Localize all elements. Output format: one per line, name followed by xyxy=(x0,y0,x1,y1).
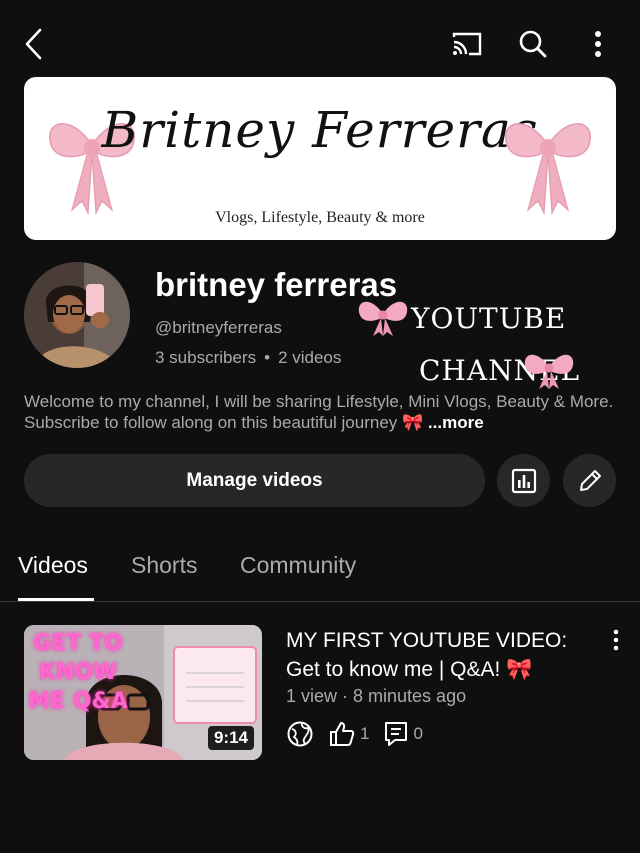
bow-icon xyxy=(505,123,591,215)
avatar-photo xyxy=(24,262,130,368)
video-meta: 1 view · 8 minutes ago xyxy=(286,686,467,706)
tab-videos[interactable]: Videos xyxy=(18,552,88,579)
video-count: 2 videos xyxy=(278,348,342,367)
stats-separator: • xyxy=(264,348,271,367)
comment-button[interactable]: 0 xyxy=(383,720,423,748)
analytics-button[interactable] xyxy=(497,454,550,507)
cast-icon xyxy=(452,32,482,56)
video-title[interactable]: MY FIRST YOUTUBE VIDEO: Get to know me |… xyxy=(286,626,604,684)
sticker-text-youtube: YOUTUBE xyxy=(411,302,567,335)
channel-stats: 3 subscribers • 2 videos xyxy=(155,348,341,368)
bow-icon xyxy=(358,301,408,336)
like-count: 1 xyxy=(360,724,370,743)
tab-shorts[interactable]: Shorts xyxy=(131,552,197,579)
subscriber-count: 3 subscribers xyxy=(155,348,257,367)
bow-icon xyxy=(524,354,574,389)
video-actions: 1 0 xyxy=(286,718,437,750)
video-thumbnail[interactable]: GET TO KNOW ME Q&A 9:14 xyxy=(24,625,262,760)
more-vert-icon xyxy=(595,31,601,57)
pencil-icon xyxy=(579,469,601,491)
channel-banner: Britney Ferreras Vlogs, Lifestyle, Beaut… xyxy=(24,77,616,240)
channel-handle: @britneyferreras xyxy=(155,318,282,337)
search-icon xyxy=(519,30,547,58)
description-text: Welcome to my channel, I will be sharing… xyxy=(24,392,614,432)
edit-channel-button[interactable] xyxy=(563,454,616,507)
cast-button[interactable] xyxy=(447,24,487,64)
chevron-left-icon xyxy=(25,28,42,60)
channel-description[interactable]: Welcome to my channel, I will be sharing… xyxy=(24,391,620,433)
analytics-icon xyxy=(511,468,536,493)
thumb-up-icon xyxy=(330,722,355,746)
overflow-menu-button[interactable] xyxy=(578,24,618,64)
channel-avatar[interactable] xyxy=(24,262,130,368)
top-app-bar xyxy=(0,0,640,80)
video-options-button[interactable] xyxy=(608,628,624,652)
tab-community[interactable]: Community xyxy=(240,552,356,579)
globe-icon xyxy=(287,721,313,747)
thumbnail-text: GET TO KNOW ME Q&A xyxy=(28,631,128,714)
visibility-indicator[interactable] xyxy=(286,720,314,748)
back-button[interactable] xyxy=(14,24,54,64)
comment-count: 0 xyxy=(413,724,423,743)
like-button[interactable]: 1 xyxy=(328,720,369,748)
more-link[interactable]: ...more xyxy=(428,413,484,432)
video-duration: 9:14 xyxy=(207,726,254,750)
more-vert-icon xyxy=(613,629,619,651)
search-button[interactable] xyxy=(513,24,553,64)
active-tab-indicator xyxy=(18,598,94,601)
channel-tabs: Videos Shorts Community xyxy=(0,540,640,602)
youtube-channel-sticker: YOUTUBE CHANNEL xyxy=(355,296,579,396)
comment-icon xyxy=(385,722,408,746)
manage-videos-button[interactable]: Manage videos xyxy=(24,454,485,507)
